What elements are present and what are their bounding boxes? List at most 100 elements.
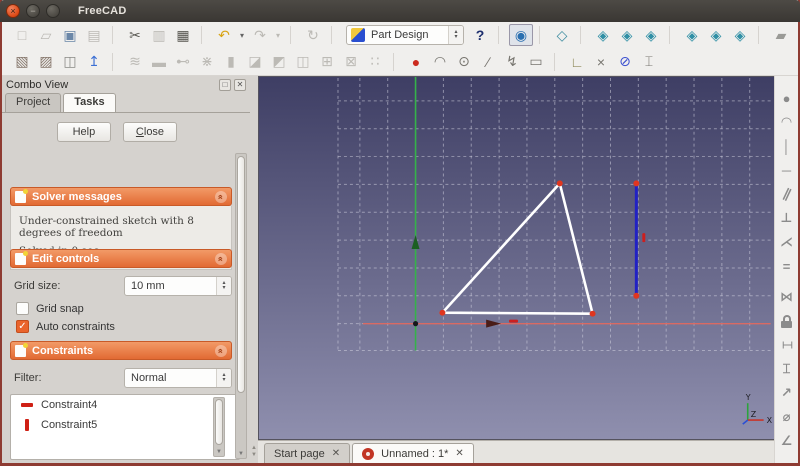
tasks-panel-scrollbar[interactable]: ▼ bbox=[235, 153, 247, 459]
undo-dropdown-icon[interactable]: ▾ bbox=[236, 25, 248, 45]
constraint-point-on-object-icon[interactable]: ◠ bbox=[777, 110, 797, 134]
left-view-icon[interactable]: ◈ bbox=[728, 25, 752, 45]
panel-splitter[interactable]: ▲ ▼ bbox=[250, 76, 258, 463]
cut-icon[interactable]: ✂ bbox=[123, 25, 147, 45]
save-icon[interactable]: ▣ bbox=[58, 25, 82, 45]
sketch-vertex[interactable] bbox=[633, 292, 640, 299]
create-sketch-icon[interactable]: ▧ bbox=[10, 52, 34, 72]
carbon-copy-icon[interactable]: ⌶ bbox=[637, 52, 661, 72]
linear-pattern-icon: ⊞ bbox=[321, 53, 333, 69]
workbench-selector-arrows[interactable]: ▴ ▾ bbox=[448, 26, 463, 44]
task-page-icon bbox=[15, 250, 28, 265]
close-panel-icon[interactable]: ✕ bbox=[234, 78, 246, 91]
scrollbar-thumb[interactable] bbox=[215, 399, 223, 446]
whats-this-icon[interactable]: ? bbox=[468, 25, 492, 45]
grid-size-combobox[interactable]: 10 mm ▴ ▾ bbox=[124, 276, 232, 296]
edit-controls-header[interactable]: Edit controls « bbox=[10, 249, 232, 268]
bottom-view-icon[interactable]: ◈ bbox=[704, 25, 728, 45]
constraints-filter-spinner[interactable]: ▴ ▾ bbox=[216, 369, 231, 387]
create-circle-icon[interactable]: ⊙ bbox=[452, 52, 476, 72]
float-panel-icon[interactable]: □ bbox=[219, 78, 231, 91]
constraint-list-scrollbar[interactable]: ▼ bbox=[213, 397, 225, 457]
paste-icon[interactable]: ▦ bbox=[171, 25, 195, 45]
constraint-vertical-icon[interactable]: │ bbox=[777, 134, 797, 158]
splitter-arrows-icon: ▲ ▼ bbox=[251, 445, 257, 458]
constraint-parallel-icon[interactable]: ∥ bbox=[772, 179, 800, 209]
mirrored-icon: ◫ bbox=[296, 53, 310, 69]
3d-viewport[interactable]: Y X Z bbox=[258, 76, 775, 440]
collapse-icon[interactable]: « bbox=[215, 190, 227, 203]
axonometric-view-icon[interactable]: ◇ bbox=[550, 25, 574, 45]
constraint-lock-icon[interactable] bbox=[777, 309, 797, 333]
sketch-triangle[interactable] bbox=[441, 182, 594, 315]
maximize-window-button[interactable] bbox=[46, 4, 60, 18]
front-view-icon[interactable]: ◈ bbox=[591, 25, 615, 45]
constraint-equal-icon[interactable]: = bbox=[777, 254, 797, 278]
top-view-icon[interactable]: ◈ bbox=[615, 25, 639, 45]
undo-icon[interactable]: ↶ bbox=[212, 25, 236, 45]
create-point-icon[interactable]: ● bbox=[404, 52, 428, 72]
constraints-header[interactable]: Constraints « bbox=[10, 341, 232, 360]
create-arc-icon[interactable]: ◠ bbox=[428, 52, 452, 72]
constraint-coincident-icon[interactable]: ● bbox=[777, 86, 797, 110]
constraint-tangent-icon[interactable]: ⋌ bbox=[777, 230, 797, 254]
sketch-vertex[interactable] bbox=[633, 180, 640, 187]
create-line-icon[interactable]: ∕ bbox=[476, 52, 500, 72]
scrollbar-down-arrow-icon[interactable]: ▼ bbox=[214, 449, 224, 455]
constraint-list-item[interactable]: Constraint5 bbox=[11, 415, 239, 435]
sketch-vertex[interactable] bbox=[556, 180, 563, 187]
solver-messages-header[interactable]: Solver messages « bbox=[10, 187, 232, 206]
create-polyline-icon[interactable]: ↯ bbox=[500, 52, 524, 72]
external-geometry-icon[interactable]: ⊘ bbox=[613, 52, 637, 72]
tab-tasks[interactable]: Tasks bbox=[63, 93, 116, 112]
close-tab-icon[interactable]: ✕ bbox=[455, 448, 463, 459]
chamfer-icon: ◪ bbox=[248, 53, 262, 69]
collapse-icon[interactable]: « bbox=[215, 252, 227, 265]
constraint-distance-icon[interactable]: ↗ bbox=[777, 381, 797, 405]
constraint-perpendicular-icon[interactable]: ⊥ bbox=[777, 206, 797, 230]
leave-sketch-icon[interactable]: ↥ bbox=[82, 52, 106, 72]
constraint-angle-icon[interactable]: ∠ bbox=[777, 429, 797, 453]
right-view-icon[interactable]: ◈ bbox=[639, 25, 663, 45]
scrollbar-down-arrow-icon[interactable]: ▼ bbox=[236, 451, 246, 457]
grid-snap-checkbox[interactable]: ✓ bbox=[16, 302, 29, 315]
constraint-symmetric-icon[interactable]: ⋈ bbox=[777, 285, 797, 309]
constraint-label: Constraint5 bbox=[41, 419, 98, 431]
edit-sketch-icon[interactable]: ▨ bbox=[34, 52, 58, 72]
constraint-vertical-distance-icon[interactable]: ⌶ bbox=[777, 357, 797, 381]
create-rectangle-icon[interactable]: ▭ bbox=[524, 52, 548, 72]
scrollbar-thumb[interactable] bbox=[237, 156, 245, 394]
constraint-horizontal-icon[interactable]: ─ bbox=[777, 158, 797, 182]
measure-icon[interactable]: ▰ bbox=[769, 25, 793, 45]
minimize-window-button[interactable]: − bbox=[26, 4, 40, 18]
sketch-vertex[interactable] bbox=[589, 310, 596, 317]
close-window-button[interactable]: × bbox=[6, 4, 20, 18]
constraint-list-item[interactable]: Constraint4 bbox=[11, 395, 239, 415]
constraint-radius-icon[interactable]: ⌀ bbox=[777, 405, 797, 429]
grid-size-spinner[interactable]: ▴ ▾ bbox=[216, 277, 231, 295]
fit-all-icon[interactable]: ◉ bbox=[509, 24, 533, 46]
sketch-vertex[interactable] bbox=[439, 309, 446, 316]
constraints-filter-combobox[interactable]: Normal ▴ ▾ bbox=[124, 368, 232, 388]
help-button[interactable]: Help bbox=[56, 122, 111, 142]
workbench-selector[interactable]: Part Design ▴ ▾ bbox=[346, 25, 464, 45]
tab-project[interactable]: Project bbox=[5, 93, 62, 112]
close-tab-icon[interactable]: ✕ bbox=[332, 448, 340, 459]
map-sketch-icon[interactable]: ◫ bbox=[58, 52, 82, 72]
collapse-icon[interactable]: « bbox=[215, 344, 227, 357]
sketch-canvas[interactable]: Y X Z bbox=[259, 77, 774, 439]
constraint-label: Constraint4 bbox=[41, 399, 98, 411]
fillet-icon: ▮ bbox=[227, 53, 235, 69]
combo-view-panel: Combo View □ ✕ Project Tasks Help Close … bbox=[2, 76, 250, 463]
toolbar-separator bbox=[201, 26, 210, 44]
trim-edge-icon[interactable]: × bbox=[589, 52, 613, 72]
document-tab-start-page[interactable]: Start page ✕ bbox=[264, 443, 351, 463]
auto-constraints-label: Auto constraints bbox=[36, 320, 115, 333]
sketch-origin-point[interactable] bbox=[412, 321, 419, 327]
sketch-axes-icon[interactable]: ∟ bbox=[565, 52, 589, 72]
auto-constraints-checkbox[interactable]: ✓ bbox=[16, 320, 29, 333]
rear-view-icon[interactable]: ◈ bbox=[680, 25, 704, 45]
constraint-horizontal-distance-icon[interactable]: ⌶ bbox=[775, 335, 799, 355]
document-tab-unnamed-1[interactable]: Unnamed : 1* ✕ bbox=[352, 443, 474, 463]
close-task-button[interactable]: Close bbox=[122, 122, 178, 142]
